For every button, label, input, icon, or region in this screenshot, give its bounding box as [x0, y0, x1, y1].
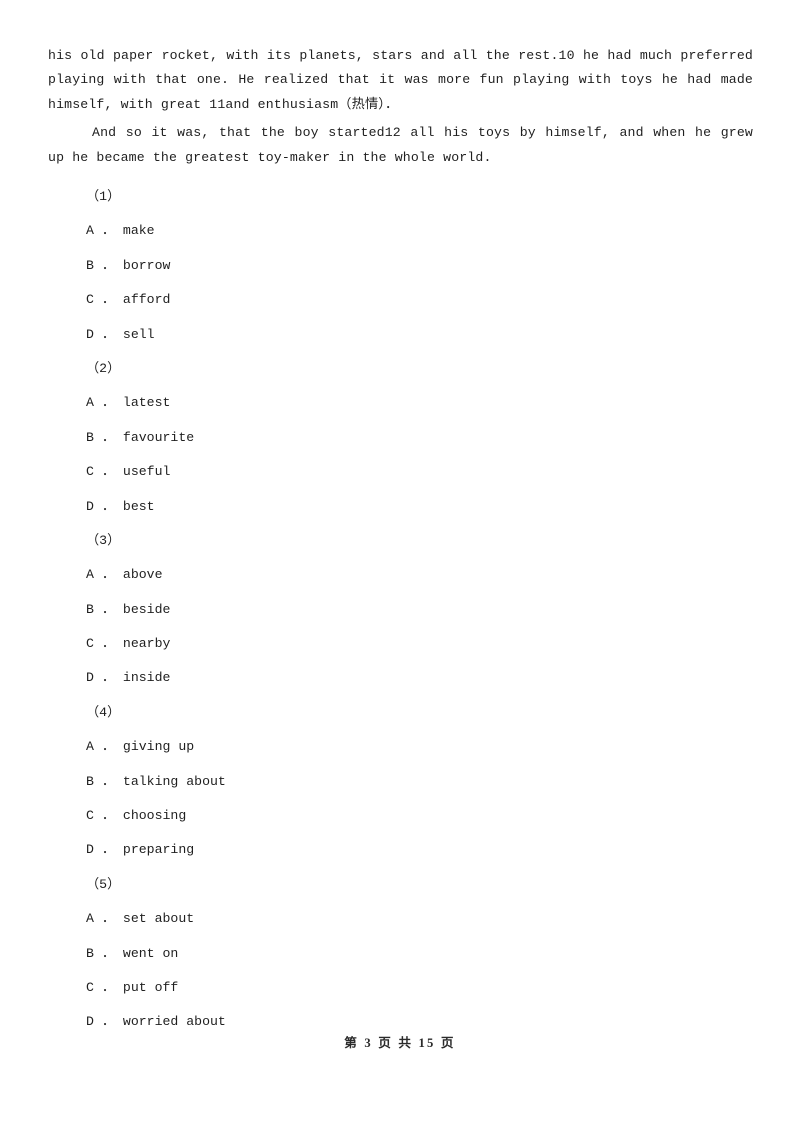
question-4: （4） A ． giving up B ． talking about C ． …	[48, 696, 753, 868]
question-1-number: （1）	[86, 189, 121, 204]
questions-list: （1） A ． make B ． borrow C ． afford D ． s…	[48, 180, 753, 1040]
question-5: （5） A ． set about B ． went on C ． put of…	[48, 868, 753, 1040]
question-4-option-c[interactable]: C ． choosing	[48, 799, 753, 833]
question-2-option-b[interactable]: B ． favourite	[48, 421, 753, 455]
question-3-option-c[interactable]: C ． nearby	[48, 627, 753, 661]
passage-paragraph-2: And so it was, that the boy started12 al…	[48, 125, 753, 165]
question-5-option-a[interactable]: A ． set about	[48, 902, 753, 936]
question-4-option-b[interactable]: B ． talking about	[48, 765, 753, 799]
question-1-option-c[interactable]: C ． afford	[48, 283, 753, 317]
passage-text-block: his old paper rocket, with its planets, …	[48, 44, 753, 170]
page-number-indicator: 第 3 页 共 15 页	[344, 1036, 456, 1050]
question-1-option-b[interactable]: B ． borrow	[48, 249, 753, 283]
question-4-option-a[interactable]: A ． giving up	[48, 730, 753, 764]
question-4-option-d[interactable]: D ． preparing	[48, 833, 753, 867]
question-3-number: （3）	[86, 532, 121, 548]
passage-paragraph-1: his old paper rocket, with its planets, …	[48, 48, 753, 112]
question-4-number: （4）	[86, 704, 121, 720]
question-3-option-b[interactable]: B ． beside	[48, 593, 753, 627]
question-2-option-c[interactable]: C ． useful	[48, 455, 753, 489]
question-3-option-a[interactable]: A ． above	[48, 558, 753, 592]
document-page: his old paper rocket, with its planets, …	[0, 0, 800, 1132]
question-3-option-d[interactable]: D ． inside	[48, 661, 753, 695]
question-5-number: （5）	[86, 876, 121, 892]
question-5-option-b[interactable]: B ． went on	[48, 937, 753, 971]
question-2-option-a[interactable]: A ． latest	[48, 386, 753, 420]
page-footer: 第 3 页 共 15 页	[0, 1032, 800, 1052]
question-2-number: （2）	[86, 360, 121, 376]
question-2: （2） A ． latest B ． favourite C ． useful …	[48, 352, 753, 524]
question-1-option-a[interactable]: A ． make	[48, 214, 753, 248]
question-3: （3） A ． above B ． beside C ． nearby D ． …	[48, 524, 753, 696]
question-1-option-d[interactable]: D ． sell	[48, 318, 753, 352]
question-5-option-c[interactable]: C ． put off	[48, 971, 753, 1005]
question-1: （1） A ． make B ． borrow C ． afford D ． s…	[48, 180, 753, 352]
question-2-option-d[interactable]: D ． best	[48, 490, 753, 524]
